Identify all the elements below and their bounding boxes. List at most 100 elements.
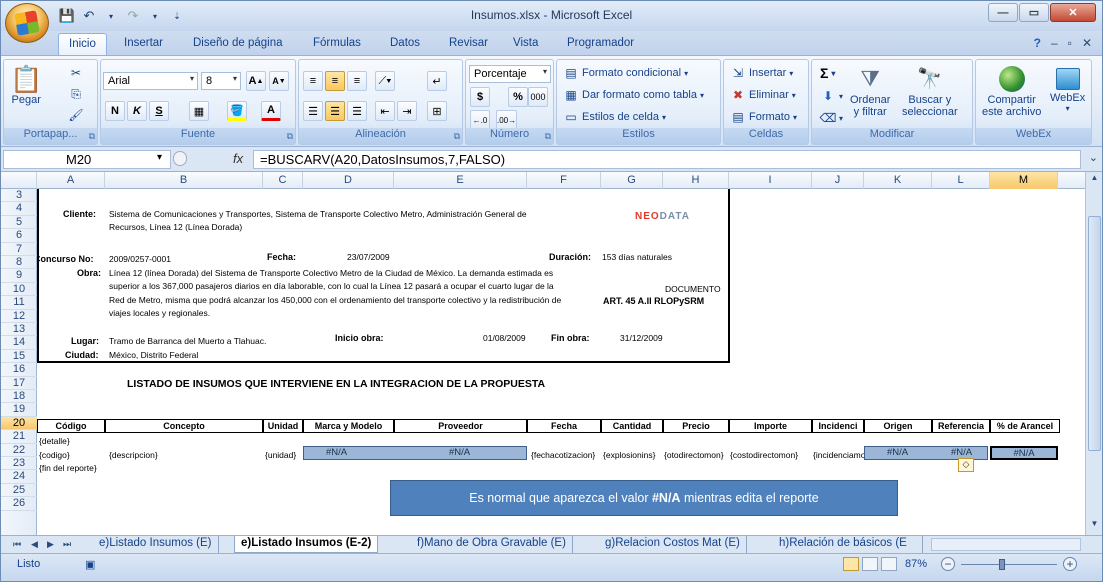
select-all-corner[interactable] bbox=[1, 172, 37, 189]
tab-vista[interactable]: Vista bbox=[513, 37, 538, 49]
merge-center-button[interactable]: ⊞ bbox=[427, 101, 447, 121]
font-size-combo[interactable]: 8 ▾ bbox=[201, 72, 241, 90]
column-header[interactable]: E bbox=[394, 172, 527, 189]
maximize-button[interactable]: ▭ bbox=[1019, 3, 1049, 22]
worksheet-grid[interactable]: A B C D E F G H I J K L M 3 4 5 6 7 8 9 10 11 12 1… bbox=[1, 172, 1102, 535]
splitter-handle[interactable] bbox=[173, 151, 187, 166]
font-name-combo[interactable]: Arial ▾ bbox=[103, 72, 198, 90]
italic-button[interactable]: K bbox=[127, 101, 147, 121]
row-header[interactable]: 12 bbox=[1, 310, 37, 323]
row-header[interactable]: 3 bbox=[1, 189, 37, 203]
office-button[interactable] bbox=[5, 3, 49, 43]
cells-area[interactable]: NEODATA Cliente: Sistema de Comunicacion… bbox=[37, 189, 1085, 535]
decrease-indent-button[interactable]: ⇤ bbox=[375, 101, 395, 121]
sheet-tab[interactable]: f)Mano de Obra Gravable (E) bbox=[411, 536, 573, 553]
column-header[interactable]: F bbox=[527, 172, 601, 189]
close-workbook-icon[interactable]: ✕ bbox=[1082, 36, 1092, 50]
row-header[interactable]: 14 bbox=[1, 336, 37, 350]
align-top-button[interactable]: ≡ bbox=[303, 71, 323, 91]
row-header[interactable]: 23 bbox=[1, 457, 37, 471]
na-merged-cell[interactable]: #N/A #N/A bbox=[303, 446, 527, 460]
insert-function-icon[interactable]: fx bbox=[233, 151, 243, 166]
last-sheet-icon[interactable]: ⏭ bbox=[63, 539, 71, 550]
sheet-tab-active[interactable]: e)Listado Insumos (E-2) bbox=[234, 536, 379, 553]
column-header[interactable]: K bbox=[864, 172, 932, 189]
selected-cell-m20[interactable]: #N/A bbox=[990, 446, 1058, 460]
paste-button[interactable]: 📋 Pegar bbox=[10, 64, 42, 106]
format-cells-button[interactable]: ▤ Formato ▾ bbox=[730, 109, 797, 125]
dialog-launcher-icon[interactable]: ⧉ bbox=[89, 131, 95, 142]
row-header[interactable]: 19 bbox=[1, 403, 37, 417]
row-header[interactable]: 13 bbox=[1, 323, 37, 337]
detalle-cell[interactable]: {detalle} bbox=[39, 436, 70, 446]
row-header-selected[interactable]: 20 bbox=[1, 416, 37, 431]
autosum-button[interactable]: Σ ▾ bbox=[820, 65, 835, 81]
increase-decimal-button[interactable]: ←.0 bbox=[470, 110, 490, 130]
column-header[interactable]: I bbox=[729, 172, 812, 189]
shrink-font-button[interactable]: A ▼ bbox=[269, 71, 289, 91]
cell-styles-button[interactable]: ▭ Estilos de celda ▾ bbox=[563, 109, 666, 125]
scroll-down-icon[interactable]: ▼ bbox=[1088, 519, 1101, 533]
thousands-button[interactable]: 000 bbox=[528, 87, 548, 107]
zoom-slider[interactable]: − + bbox=[941, 557, 1079, 572]
sheet-tab[interactable]: e)Listado Insumos (E) bbox=[93, 536, 219, 553]
row-header[interactable]: 7 bbox=[1, 243, 37, 256]
conditional-format-button[interactable]: ▤ Formato condicional ▾ bbox=[563, 65, 688, 81]
delete-cells-button[interactable]: ✖ Eliminar ▾ bbox=[730, 87, 796, 103]
align-bottom-button[interactable]: ≡ bbox=[347, 71, 367, 91]
minimize-button[interactable]: — bbox=[988, 3, 1018, 22]
row-header[interactable]: 8 bbox=[1, 256, 37, 270]
fecha-cell[interactable]: {fechacotizacion} bbox=[531, 450, 595, 460]
codigo-cell[interactable]: {codigo} bbox=[39, 450, 70, 460]
column-header[interactable]: C bbox=[263, 172, 303, 189]
macro-record-icon[interactable]: ▣ bbox=[85, 558, 95, 571]
zoom-level[interactable]: 87% bbox=[905, 558, 927, 570]
ribbon-minimize-icon[interactable]: – bbox=[1051, 36, 1058, 50]
vertical-scrollbar[interactable]: ▲ ▼ bbox=[1085, 172, 1102, 535]
row-header[interactable]: 26 bbox=[1, 497, 37, 511]
row-header[interactable]: 11 bbox=[1, 296, 37, 310]
row-header[interactable]: 24 bbox=[1, 470, 37, 484]
align-left-button[interactable]: ☰ bbox=[303, 101, 323, 121]
tab-diseno-pagina[interactable]: Diseño de página bbox=[193, 37, 283, 49]
row-header[interactable]: 9 bbox=[1, 269, 37, 283]
copy-icon[interactable]: ⎘ bbox=[68, 86, 84, 102]
fill-button[interactable]: ⬇ ▾ bbox=[820, 88, 843, 104]
row-header[interactable]: 16 bbox=[1, 363, 37, 377]
grow-font-button[interactable]: A ▲ bbox=[246, 71, 266, 91]
borders-button[interactable]: ▦ bbox=[189, 101, 209, 121]
row-header[interactable]: 15 bbox=[1, 350, 37, 364]
column-header[interactable]: B bbox=[105, 172, 263, 189]
descripcion-cell[interactable]: {descripcion} bbox=[109, 450, 158, 460]
fin-reporte-cell[interactable]: {fin del reporte} bbox=[39, 463, 97, 473]
find-select-button[interactable]: 🔭 Buscar y seleccionar bbox=[902, 64, 958, 118]
tab-inicio[interactable]: Inicio bbox=[58, 33, 107, 55]
first-sheet-icon[interactable]: ⏮ bbox=[13, 539, 21, 550]
format-painter-icon[interactable]: 🖌 bbox=[68, 107, 84, 123]
unidad-cell[interactable]: {unidad} bbox=[265, 450, 296, 460]
row-header[interactable]: 17 bbox=[1, 377, 37, 390]
column-header[interactable]: A bbox=[37, 172, 105, 189]
next-sheet-icon[interactable]: ▶ bbox=[47, 539, 54, 550]
column-header[interactable]: G bbox=[601, 172, 663, 189]
bold-button[interactable]: N bbox=[105, 101, 125, 121]
expand-formula-icon[interactable]: ⌄ bbox=[1089, 151, 1098, 164]
tab-formulas[interactable]: Fórmulas bbox=[313, 37, 361, 49]
decrease-decimal-button[interactable]: .00→ bbox=[496, 110, 518, 130]
row-header[interactable]: 6 bbox=[1, 229, 37, 243]
zoom-thumb[interactable] bbox=[999, 559, 1005, 570]
column-header[interactable]: D bbox=[303, 172, 394, 189]
error-warning-icon[interactable]: ◇ bbox=[958, 458, 974, 472]
page-layout-view-icon[interactable] bbox=[862, 557, 878, 571]
scroll-thumb[interactable] bbox=[1088, 216, 1101, 451]
tab-programador[interactable]: Programador bbox=[567, 37, 634, 49]
importe-cell[interactable]: {costodirectomon} bbox=[730, 450, 798, 460]
underline-button[interactable]: S bbox=[149, 101, 169, 121]
restore-icon[interactable]: ▫ bbox=[1068, 36, 1072, 50]
fill-color-button[interactable]: 🪣 bbox=[227, 101, 247, 121]
tab-revisar[interactable]: Revisar bbox=[449, 37, 488, 49]
tab-insertar[interactable]: Insertar bbox=[124, 37, 163, 49]
increase-indent-button[interactable]: ⇥ bbox=[397, 101, 417, 121]
clear-button[interactable]: ⌫ ▾ bbox=[820, 110, 844, 126]
column-header-selected[interactable]: M bbox=[990, 172, 1058, 189]
